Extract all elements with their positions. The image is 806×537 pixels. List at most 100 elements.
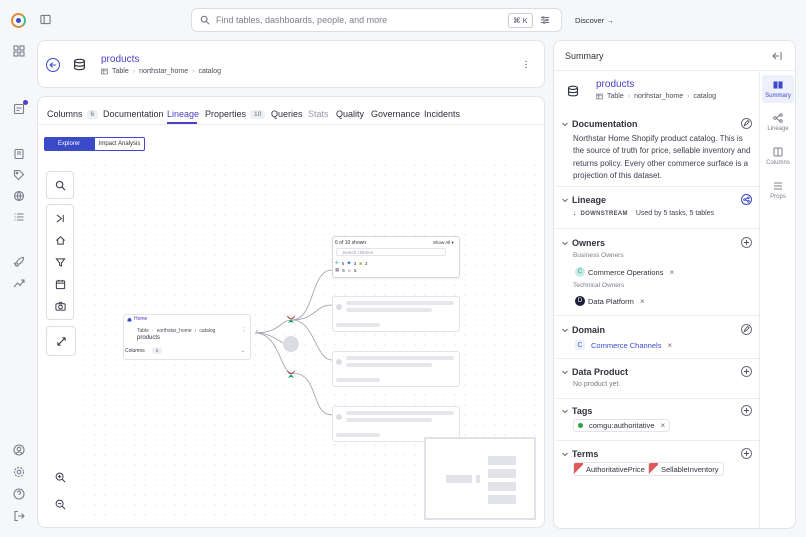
plus-icon: [743, 450, 750, 457]
right-tab-summary[interactable]: Summary: [763, 80, 793, 99]
book-open-icon: [773, 81, 783, 89]
search-input[interactable]: [216, 15, 501, 25]
add-owner-button[interactable]: [741, 237, 752, 248]
right-tab-lineage[interactable]: Lineage: [763, 113, 793, 132]
skeleton-line: [346, 411, 454, 415]
help-icon[interactable]: [12, 487, 26, 501]
zoom-out-button[interactable]: [46, 490, 74, 518]
logout-icon[interactable]: [12, 509, 26, 523]
domain-chip[interactable]: C Commerce Channels ×: [575, 339, 672, 351]
chevron-down-icon[interactable]: [561, 326, 569, 334]
chevron-down-icon[interactable]: [561, 368, 569, 376]
right-tab-columns[interactable]: Columns: [763, 147, 793, 166]
section-divider: [556, 440, 759, 441]
book-icon[interactable]: [12, 147, 26, 161]
tab-governance[interactable]: Governance: [371, 109, 420, 119]
term-chip[interactable]: AuthoritativePrice: [573, 462, 650, 476]
term-chip[interactable]: SellableInventory: [648, 462, 724, 476]
close-panel-icon[interactable]: [772, 51, 782, 61]
node-more-icon[interactable]: · · ·: [243, 325, 245, 335]
zoom-out-icon: [55, 499, 65, 509]
tab-stats[interactable]: Stats: [308, 109, 329, 119]
chevron-down-icon[interactable]: [561, 239, 569, 247]
search-node-button[interactable]: [46, 171, 74, 199]
mode-impact-button[interactable]: Impact Analysis: [94, 137, 145, 151]
skeleton-line: [346, 363, 432, 367]
skeleton-dot-1: [336, 304, 342, 310]
app-logo[interactable]: [11, 13, 26, 28]
chevron-down-icon[interactable]: [561, 450, 569, 458]
node-home-badge: Home: [127, 316, 147, 322]
zoom-in-button[interactable]: [46, 463, 74, 491]
more-menu-icon[interactable]: · · ·: [524, 57, 528, 73]
fit-view-button[interactable]: [47, 327, 75, 355]
collapse-arrows-icon: [56, 213, 64, 223]
user-icon[interactable]: [12, 443, 26, 457]
lineage-graph-icon: [773, 113, 783, 123]
remove-icon[interactable]: ×: [640, 297, 645, 306]
chevron-down-icon[interactable]: [561, 407, 569, 415]
tab-columns[interactable]: Columns 6: [47, 109, 99, 119]
node-columns-row[interactable]: Columns 6 ⌄: [125, 347, 249, 354]
tab-lineage[interactable]: Lineage: [167, 109, 199, 119]
open-lineage-button[interactable]: [741, 194, 752, 205]
globe-icon[interactable]: [12, 189, 26, 203]
trend-icon[interactable]: [12, 276, 26, 290]
node-expand-handle[interactable]: ‹: [256, 329, 262, 335]
tab-incidents[interactable]: Incidents: [424, 109, 460, 119]
shield-icon: ◆: [347, 260, 351, 265]
rocket-icon[interactable]: [12, 255, 26, 269]
airflow-icon: ✢: [335, 260, 339, 265]
sidebar-toggle-icon[interactable]: [40, 14, 51, 25]
lineage-downstream[interactable]: ↓ DOWNSTREAM Used by 5 tasks, 5 tables: [573, 210, 714, 217]
edit-domain-button[interactable]: [741, 324, 752, 335]
back-button[interactable]: [46, 58, 60, 72]
plus-icon: [743, 407, 750, 414]
minimap[interactable]: [424, 437, 536, 520]
tag-chip[interactable]: comgu:authoritative ×: [573, 419, 671, 432]
section-divider: [556, 315, 759, 316]
mode-explorer-button[interactable]: Explorer: [44, 137, 94, 151]
global-search[interactable]: ⌘ K: [191, 8, 562, 32]
add-tag-button[interactable]: [741, 405, 752, 416]
chevron-down-icon[interactable]: [561, 120, 569, 128]
airflow-icon: [286, 370, 296, 378]
screenshot-button[interactable]: [46, 292, 74, 320]
remove-icon[interactable]: ×: [667, 341, 672, 350]
asset-header-card: products Table › northstar_home › catalo…: [37, 40, 545, 88]
edit-documentation-button[interactable]: [741, 118, 752, 129]
right-tab-props[interactable]: Props: [763, 181, 793, 200]
technical-owners-label: Technical Owners: [573, 282, 625, 289]
tab-quality[interactable]: Quality: [336, 109, 364, 119]
remove-icon[interactable]: ×: [669, 268, 674, 277]
house-icon: [127, 317, 132, 321]
children-search-input[interactable]: Search children: [336, 248, 446, 256]
section-divider: [556, 398, 759, 399]
breadcrumb-schema[interactable]: catalog: [198, 68, 221, 75]
airflow-node-2[interactable]: [286, 369, 296, 379]
business-owner-chip[interactable]: C Commerce Operations ×: [575, 266, 674, 278]
home-grid-icon[interactable]: [12, 44, 26, 58]
asset-name[interactable]: products: [101, 54, 139, 65]
breadcrumb-database[interactable]: northstar_home: [139, 68, 188, 75]
technical-owner-chip[interactable]: D Data Platform ×: [575, 295, 645, 307]
tab-queries[interactable]: Queries: [271, 109, 303, 119]
airflow-node-1[interactable]: [286, 314, 296, 324]
collapsed-group-node[interactable]: [283, 336, 299, 352]
settings-gear-icon[interactable]: [12, 465, 26, 479]
add-data-product-button[interactable]: [741, 366, 752, 377]
list-icon[interactable]: [12, 210, 26, 224]
tag-icon[interactable]: [12, 168, 26, 182]
show-all-button[interactable]: Show All ▾: [433, 240, 454, 246]
tab-properties[interactable]: Properties 10: [205, 109, 266, 119]
remove-icon[interactable]: ×: [660, 421, 665, 430]
tab-documentation[interactable]: Documentation: [103, 109, 164, 119]
discover-link[interactable]: Discover →: [575, 16, 614, 25]
notifications-icon[interactable]: [12, 100, 28, 116]
filter-sliders-icon[interactable]: [540, 15, 550, 25]
tabs-divider: [38, 124, 544, 125]
chevron-down-icon[interactable]: [561, 196, 569, 204]
add-term-button[interactable]: [741, 448, 752, 459]
skeleton-line: [336, 433, 380, 437]
summary-asset-name[interactable]: products: [596, 79, 634, 90]
